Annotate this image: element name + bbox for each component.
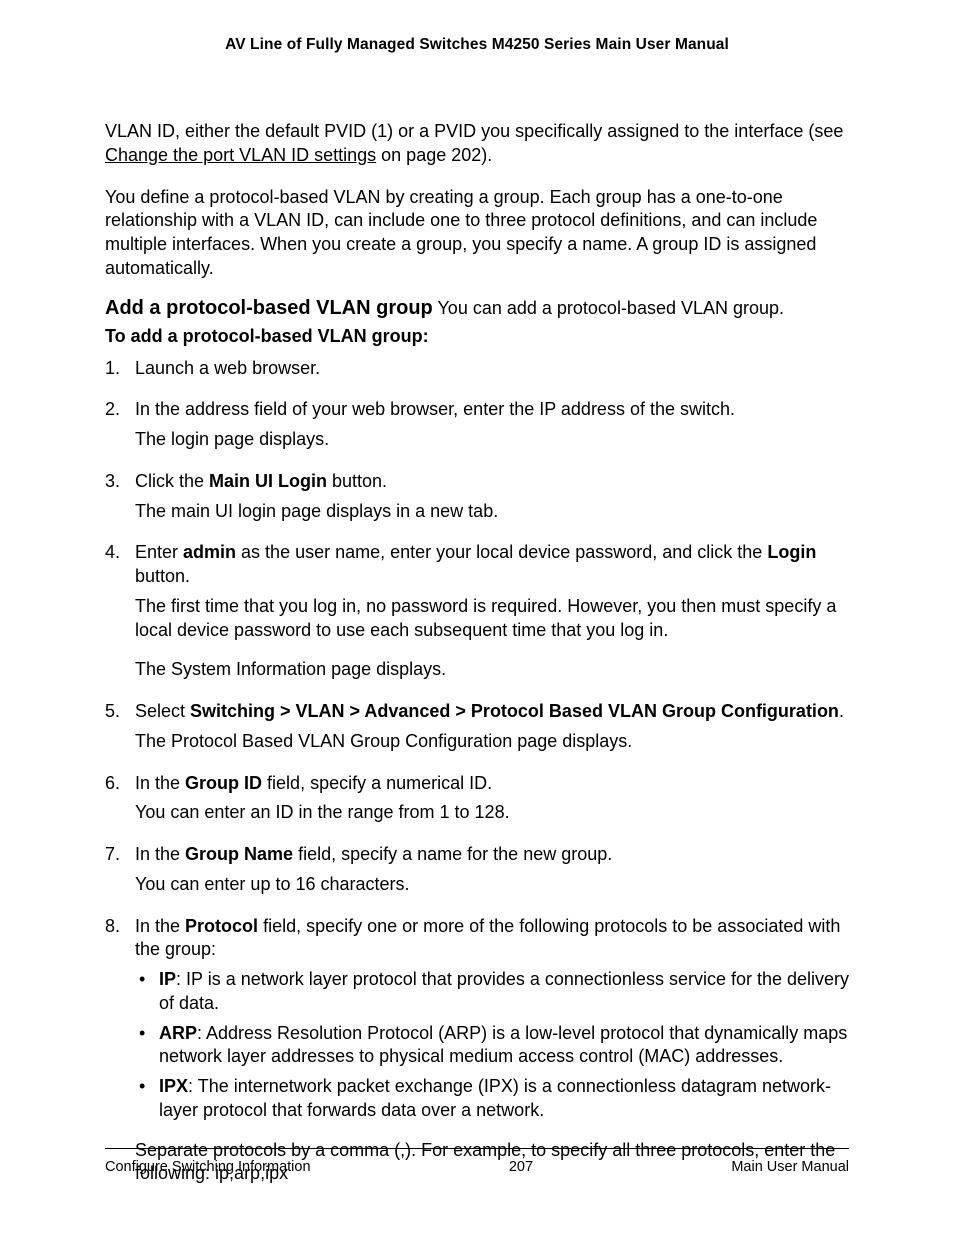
procedure-heading: To add a protocol-based VLAN group:: [105, 326, 849, 347]
step-7-line2: You can enter up to 16 characters.: [135, 873, 849, 897]
document-page: AV Line of Fully Managed Switches M4250 …: [0, 0, 954, 1186]
intro-paragraph-1: VLAN ID, either the default PVID (1) or …: [105, 120, 849, 168]
step-6-line1: In the Group ID field, specify a numeric…: [135, 772, 849, 796]
step-5: Select Switching > VLAN > Advanced > Pro…: [105, 700, 849, 754]
step-8: In the Protocol field, specify one or mo…: [105, 915, 849, 1187]
section-heading-tail: You can add a protocol-based VLAN group.: [433, 298, 784, 318]
step-5-line1: Select Switching > VLAN > Advanced > Pro…: [135, 700, 849, 724]
step-4: Enter admin as the user name, enter your…: [105, 541, 849, 682]
document-header-title: AV Line of Fully Managed Switches M4250 …: [105, 36, 849, 54]
step-7-line1: In the Group Name field, specify a name …: [135, 843, 849, 867]
intro-p1-b: on page 202).: [376, 145, 492, 165]
step-6: In the Group ID field, specify a numeric…: [105, 772, 849, 826]
step-7: In the Group Name field, specify a name …: [105, 843, 849, 897]
intro-p1-a: VLAN ID, either the default PVID (1) or …: [105, 121, 843, 141]
step-4-line2: The first time that you log in, no passw…: [135, 595, 849, 643]
step-6-line2: You can enter an ID in the range from 1 …: [135, 801, 849, 825]
footer-right: Main User Manual: [731, 1159, 849, 1175]
step-5-line2: The Protocol Based VLAN Group Configurat…: [135, 730, 849, 754]
step-3: Click the Main UI Login button. The main…: [105, 470, 849, 524]
intro-paragraph-2: You define a protocol-based VLAN by crea…: [105, 186, 849, 281]
cross-reference-link[interactable]: Change the port VLAN ID settings: [105, 145, 376, 165]
section-heading: Add a protocol-based VLAN group You can …: [105, 297, 849, 320]
protocol-bullets: IP: IP is a network layer protocol that …: [135, 968, 849, 1123]
step-2: In the address field of your web browser…: [105, 398, 849, 452]
bullet-ipx: IPX: The internetwork packet exchange (I…: [135, 1075, 849, 1123]
step-8-line1: In the Protocol field, specify one or mo…: [135, 915, 849, 963]
step-4-line3: The System Information page displays.: [135, 658, 849, 682]
bullet-arp: ARP: Address Resolution Protocol (ARP) i…: [135, 1022, 849, 1070]
procedure-steps: Launch a web browser. In the address fie…: [105, 357, 849, 1187]
section-heading-main: Add a protocol-based VLAN group: [105, 297, 433, 319]
footer-page-number: 207: [509, 1159, 533, 1175]
step-1-text: Launch a web browser.: [135, 357, 849, 381]
bullet-ip: IP: IP is a network layer protocol that …: [135, 968, 849, 1016]
step-2-line1: In the address field of your web browser…: [135, 398, 849, 422]
step-3-line1: Click the Main UI Login button.: [135, 470, 849, 494]
step-1: Launch a web browser.: [105, 357, 849, 381]
step-3-line2: The main UI login page displays in a new…: [135, 500, 849, 524]
page-footer: Configure Switching Information 207 Main…: [105, 1148, 849, 1175]
step-4-line1: Enter admin as the user name, enter your…: [135, 541, 849, 589]
step-2-line2: The login page displays.: [135, 428, 849, 452]
footer-left: Configure Switching Information: [105, 1159, 311, 1175]
